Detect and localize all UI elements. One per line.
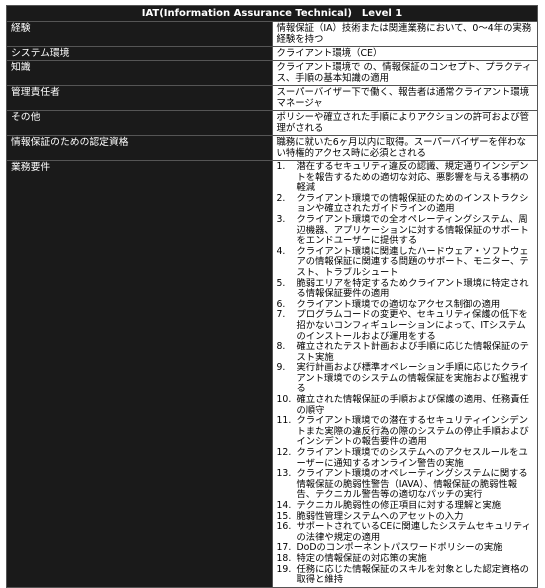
list-item: 4. クライアント環境に関連したハードウェア・ソフトウェアの情報保証に関連する問題…: [276, 245, 534, 279]
list-item-text: 任務に応じた情報保証のスキルを対象とした認定資格の取得と維持: [296, 563, 529, 586]
list-item-text: 特定の情報保証の対応策の実施: [296, 552, 427, 564]
list-item: 12. クライアント環境でのシステムへのアクセスルールをユーザーに通知するオンライ…: [276, 447, 534, 469]
row-value-supervisor: スーパーバイザー下で働く、報告者は通常クライアント環境マネージャ: [271, 85, 538, 111]
list-item: 9. 実行計画および標準オペレーション手順に応じたクライアント環境でのシステムの情…: [276, 362, 534, 395]
list-item-text: 実行計画および標準オペレーション手順に応じたクライアント環境でのシステムの情報保…: [296, 362, 529, 395]
list-item-number: 1.: [276, 161, 286, 172]
list-item-number: 19.: [276, 563, 292, 575]
row-label-system-environment: システム環境: [6, 46, 273, 61]
list-item: 3. クライアント環境での全オペレーティングシステム、周辺機器、アプリケーションに…: [276, 213, 534, 247]
row-label-certification: 情報保証のための認定資格: [6, 135, 273, 161]
list-item-text: テクニカル脆弱性の修正項目に対する理解と実施: [296, 500, 502, 511]
list-item-number: 17.: [276, 542, 292, 554]
requirements-list: 1. 潜在するセキュリティ違反の認識、規定通りインシデントを報告するための適切な対…: [276, 161, 534, 586]
list-item-text: サポートされているCEに関連したシステムセキュリティの法律や規定の適用: [296, 521, 531, 543]
list-item: 16. サポートされているCEに関連したシステムセキュリティの法律や規定の適用: [276, 521, 534, 543]
list-item-text: クライアント環境での全オペレーティングシステム、周辺機器、アプリケーションに対す…: [296, 213, 529, 247]
list-item: 11. クライアント環境での潜在するセキュリティインシデントまた実際の違反行為の際…: [276, 415, 534, 448]
table-row-other: その他 ポリシーや確立された手順によりアクションの許可および管理がされる: [6, 110, 538, 136]
list-item-number: 4.: [276, 245, 286, 257]
list-item: 8. 確立されたテスト計画および手順に応じた情報保証のテスト実施: [276, 341, 534, 363]
list-item-text: DoDのコンポーネントパスワードポリシーの実施: [296, 542, 503, 554]
list-item-number: 11.: [276, 415, 292, 427]
list-item-number: 14.: [276, 500, 292, 511]
requirements-cell: 1. 潜在するセキュリティ違反の認識、規定通りインシデントを報告するための適切な対…: [271, 160, 538, 588]
list-item: 13. クライアント環境のオペレーティングシステムに関する情報保証の脆弱性警告（I…: [277, 468, 534, 501]
list-item-text: プログラムコードの変更や、セキュリティ保護の低下を招かないコンフィギュレーション…: [296, 309, 528, 342]
list-item-text: クライアント環境のオペレーティングシステムに関する情報保証の脆弱性警告（IAVA…: [296, 468, 528, 501]
list-item-number: 15.: [276, 510, 292, 522]
row-label-supervisor: 管理責任者: [6, 85, 273, 111]
list-item: 5. 脆弱エリアを特定するためクライアント環境に特定される情報保証要件の適用: [276, 277, 534, 300]
row-value-system-environment: クライアント環境（CE）: [271, 46, 538, 61]
row-value-other: ポリシーや確立された手順によりアクションの許可および管理がされる: [271, 110, 538, 136]
list-item-text: 潜在するセキュリティ違反の認識、規定通りインシデントを報告するための適切な対応、…: [296, 161, 529, 194]
list-item-text: クライアント環境での潜在するセキュリティインシデントまた実際の違反行為の際のシス…: [296, 415, 529, 448]
list-item: 2. クライアント環境での情報保証のためのインストラクションや確立されたガイドライ…: [276, 192, 534, 215]
table-row-system-environment: システム環境 クライアント環境（CE）: [6, 46, 538, 61]
list-item-text: 確立された情報保証の手順および保護の適用、任務責任の順守: [296, 394, 529, 416]
table-row-supervisor: 管理責任者 スーパーバイザー下で働く、報告者は通常クライアント環境マネージャ: [6, 85, 538, 111]
list-item-number: 5.: [276, 277, 286, 289]
list-item-text: クライアント環境に関連したハードウェア・ソフトウェアの情報保証に関連する問題のサ…: [296, 245, 529, 278]
list-item-text: 確立されたテスト計画および手順に応じた情報保証のテスト実施: [296, 341, 529, 363]
table-row-certification: 情報保証のための認定資格 職務に就いた6ヶ月以内に取得。スーパーバイザーを伴わな…: [6, 135, 538, 161]
row-label-other: その他: [6, 110, 273, 136]
list-item-number: 7.: [276, 309, 286, 321]
list-item-number: 2.: [276, 192, 286, 204]
list-item: 1. 潜在するセキュリティ違反の認識、規定通りインシデントを報告するための適切な対…: [276, 161, 534, 194]
iat-level1-table: IAT(Information Assurance Technical) Lev…: [6, 5, 538, 588]
list-item-number: 3.: [276, 213, 286, 225]
page: IAT(Information Assurance Technical) Lev…: [0, 0, 545, 588]
list-item-text: 脆弱エリアを特定するためクライアント環境に特定される情報保証要件の適用: [296, 277, 529, 300]
list-item: 19. 任務に応じた情報保証のスキルを対象とした認定資格の取得と維持: [276, 563, 534, 586]
list-item-number: 18.: [276, 552, 292, 564]
list-item-text: クライアント環境での情報保証のためのインストラクションや確立されたガイドラインの…: [296, 192, 529, 215]
list-item-text: 脆弱性管理システムへのアセットの入力: [296, 510, 464, 522]
row-label-job-requirements: 業務要件: [6, 160, 273, 588]
row-value-knowledge: クライアント環境で の、情報保証のコンセプト、プラクティス、手順の基本知識の適用: [271, 60, 538, 86]
list-item: 7. プログラムコードの変更や、セキュリティ保護の低下を招かないコンフィギュレーシ…: [276, 309, 534, 342]
table-row-experience: 経験 情報保証（IA）技術または関連業務において、0〜4年の実務経験を持つ: [6, 21, 538, 47]
list-item-number: 10.: [276, 394, 292, 406]
list-item-text: クライアント環境でのシステムへのアクセスルールをユーザーに通知するオンライン警告…: [296, 447, 528, 469]
table-row-job-requirements: 業務要件 1. 潜在するセキュリティ違反の認識、規定通りインシデントを報告するため…: [6, 160, 538, 588]
list-item-number: 9.: [276, 362, 286, 374]
title-row: IAT(Information Assurance Technical) Lev…: [6, 5, 538, 22]
list-item: 10. 確立された情報保証の手順および保護の適用、任務責任の順守: [276, 394, 534, 416]
row-label-knowledge: 知識: [6, 60, 273, 86]
row-label-experience: 経験: [6, 21, 273, 47]
row-value-experience: 情報保証（IA）技術または関連業務において、0〜4年の実務経験を持つ: [271, 21, 538, 47]
list-item-number: 8.: [276, 341, 286, 353]
table-title: IAT(Information Assurance Technical) Lev…: [6, 5, 538, 22]
list-item-number: 12.: [276, 447, 292, 459]
list-item-number: 16.: [276, 521, 292, 533]
table-row-knowledge: 知識 クライアント環境で の、情報保証のコンセプト、プラクティス、手順の基本知識…: [6, 60, 538, 86]
row-value-certification: 職務に就いた6ヶ月以内に取得。スーパーバイザーを伴わない特権的アクセス時に必須と…: [271, 135, 538, 161]
